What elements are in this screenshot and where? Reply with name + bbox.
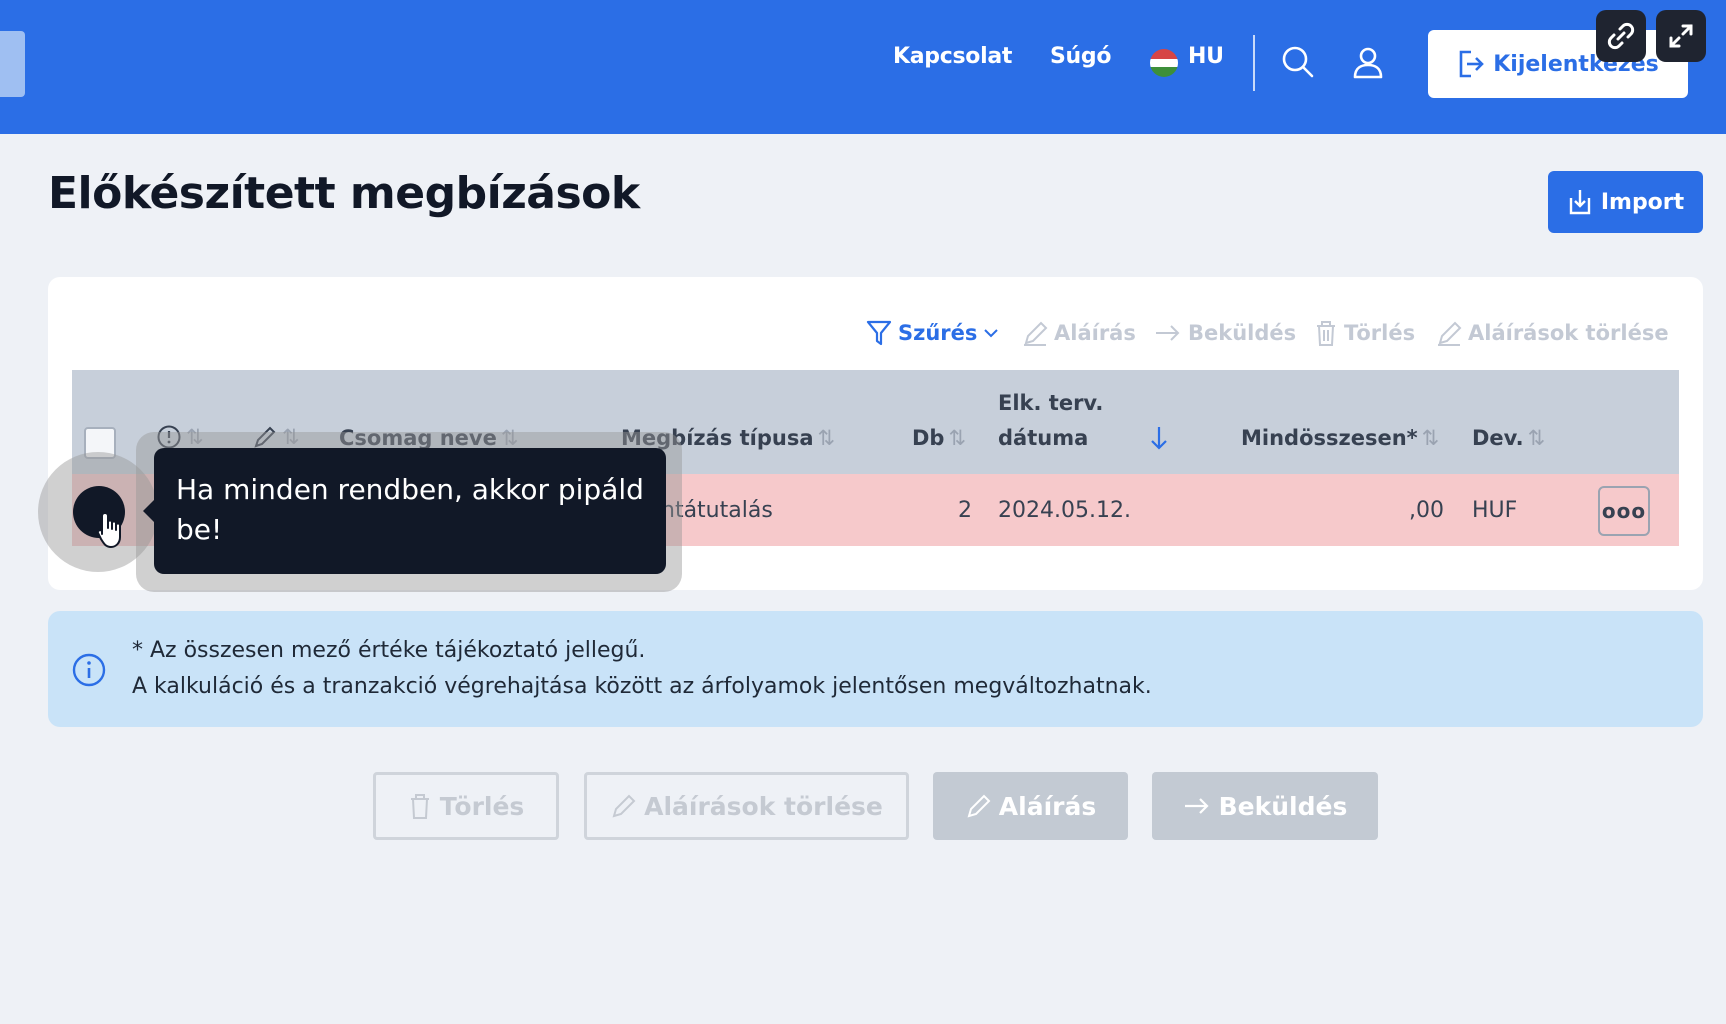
logout-icon bbox=[1457, 49, 1485, 79]
arrow-right-icon bbox=[1154, 323, 1182, 343]
submit-button[interactable]: Beküldés bbox=[1152, 772, 1378, 840]
date-column-header-line2[interactable]: dátuma bbox=[998, 426, 1088, 450]
filter-icon bbox=[866, 319, 892, 347]
toolbar-sign-label: Aláírás bbox=[1054, 321, 1136, 345]
import-icon bbox=[1567, 188, 1593, 216]
currency-header-label: Dev. bbox=[1472, 426, 1524, 450]
user-icon[interactable] bbox=[1350, 44, 1386, 80]
info-line-1: * Az összesen mező értéke tájékoztató je… bbox=[132, 638, 646, 663]
date-column-header-line1[interactable]: Elk. terv. bbox=[998, 391, 1103, 415]
pen-icon bbox=[1436, 319, 1462, 347]
sort-descending-icon[interactable] bbox=[1148, 424, 1170, 452]
sidebar-toggle[interactable] bbox=[0, 31, 25, 97]
chevron-down-icon bbox=[983, 327, 999, 339]
count-header-label: Db bbox=[912, 426, 945, 450]
delete-label: Törlés bbox=[439, 791, 525, 821]
nav-link-sugo[interactable]: Súgó bbox=[1050, 44, 1111, 69]
hungarian-flag-icon[interactable] bbox=[1150, 49, 1178, 77]
header-divider bbox=[1253, 35, 1255, 91]
delete-signatures-button[interactable]: Aláírások törlése bbox=[584, 772, 909, 840]
sort-icon: ⇅ bbox=[1421, 426, 1440, 450]
expand-icon[interactable] bbox=[1656, 10, 1706, 62]
row-currency: HUF bbox=[1472, 498, 1518, 523]
trash-icon bbox=[1314, 319, 1338, 347]
total-header-label: Mindösszesen* bbox=[1241, 426, 1418, 450]
sign-button[interactable]: Aláírás bbox=[933, 772, 1128, 840]
link-icon[interactable] bbox=[1596, 10, 1646, 62]
pen-icon bbox=[1022, 319, 1048, 347]
search-icon[interactable] bbox=[1280, 44, 1316, 80]
sign-label: Aláírás bbox=[998, 791, 1097, 821]
submit-label: Beküldés bbox=[1218, 791, 1348, 821]
sort-icon: ⇅ bbox=[948, 426, 967, 450]
currency-column-header[interactable]: Dev. ⇅ bbox=[1472, 426, 1545, 450]
sort-icon: ⇅ bbox=[1527, 426, 1546, 450]
row-date: 2024.05.12. bbox=[998, 498, 1131, 523]
total-column-header[interactable]: Mindösszesen* ⇅ bbox=[1241, 426, 1439, 450]
count-column-header[interactable]: Db ⇅ bbox=[912, 426, 966, 450]
pen-icon bbox=[965, 792, 991, 820]
toolbar-delete-label: Törlés bbox=[1344, 321, 1416, 345]
row-more-button[interactable]: ooo bbox=[1598, 486, 1650, 536]
arrow-right-icon bbox=[1183, 796, 1211, 816]
tutorial-tooltip: Ha minden rendben, akkor pipáld be! bbox=[143, 448, 666, 574]
info-icon bbox=[71, 652, 107, 688]
toolbar-delete-button[interactable]: Törlés bbox=[1314, 318, 1415, 348]
info-banner bbox=[48, 611, 1703, 727]
info-line-2: A kalkuláció és a tranzakció végrehajtás… bbox=[132, 674, 1152, 699]
trash-icon bbox=[408, 792, 432, 820]
toolbar-submit-button[interactable]: Beküldés bbox=[1154, 318, 1296, 348]
toolbar-submit-label: Beküldés bbox=[1188, 321, 1297, 345]
language-selector[interactable]: HU bbox=[1188, 44, 1224, 69]
import-button[interactable]: Import bbox=[1548, 171, 1703, 233]
row-count: 2 bbox=[958, 498, 972, 523]
delete-signatures-label: Aláírások törlése bbox=[644, 791, 883, 821]
toolbar-delete-signatures-button[interactable]: Aláírások törlése bbox=[1436, 318, 1669, 348]
import-label: Import bbox=[1600, 189, 1685, 215]
logout-button[interactable]: Kijelentkezés bbox=[1428, 30, 1688, 98]
toolbar-delete-signatures-label: Aláírások törlése bbox=[1468, 321, 1669, 345]
filter-button[interactable]: Szűrés bbox=[866, 318, 999, 348]
delete-button[interactable]: Törlés bbox=[373, 772, 559, 840]
row-total: ,00 bbox=[1409, 498, 1444, 523]
pen-icon bbox=[610, 792, 636, 820]
page-title: Előkészített megbízások bbox=[48, 168, 640, 219]
hand-cursor-icon bbox=[96, 510, 130, 550]
filter-label: Szűrés bbox=[898, 321, 978, 345]
nav-link-kapcsolat[interactable]: Kapcsolat bbox=[893, 44, 1012, 69]
toolbar-sign-button[interactable]: Aláírás bbox=[1022, 318, 1136, 348]
sort-icon: ⇅ bbox=[817, 426, 836, 450]
